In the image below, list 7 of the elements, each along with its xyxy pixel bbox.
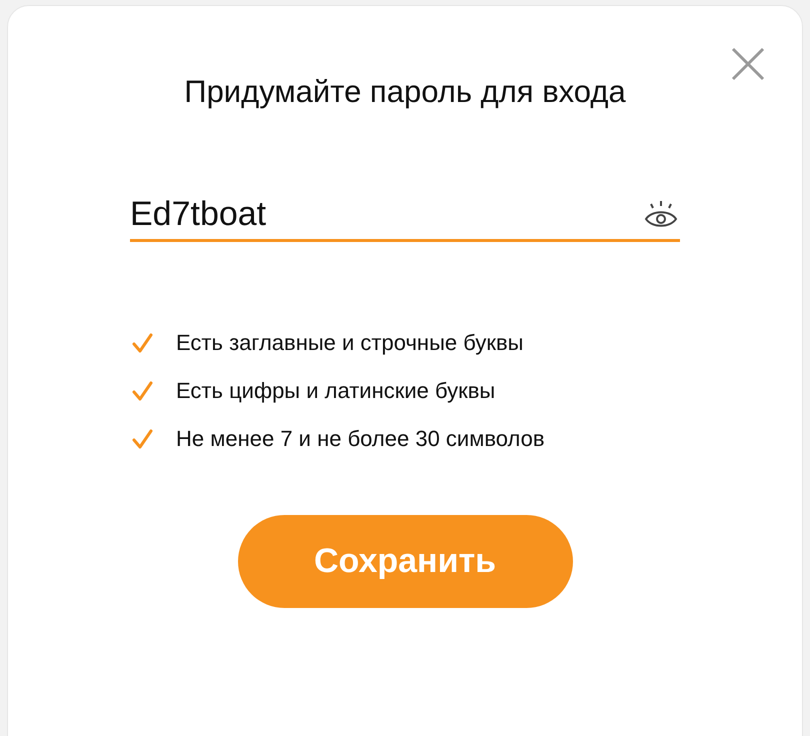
eye-icon xyxy=(643,198,679,228)
dialog-title: Придумайте пароль для входа xyxy=(184,73,626,111)
requirement-text: Не менее 7 и не более 30 символов xyxy=(176,425,545,453)
password-field[interactable]: Ed7tboat xyxy=(130,192,642,236)
close-icon xyxy=(731,47,765,81)
requirement-text: Есть цифры и латинские буквы xyxy=(176,377,496,405)
requirement-text: Есть заглавные и строчные буквы xyxy=(176,329,524,357)
